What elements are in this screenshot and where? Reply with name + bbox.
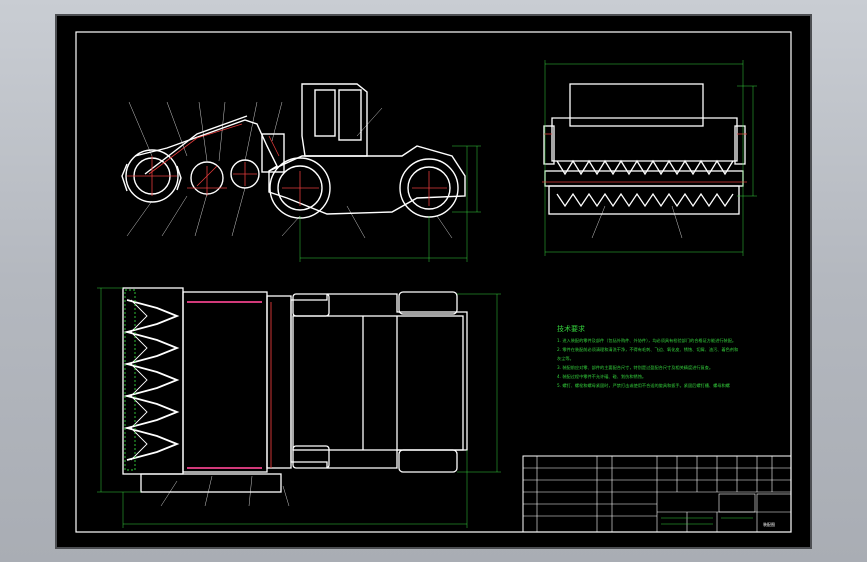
top-rear-wheel-left (398, 291, 458, 315)
cutter-teeth (121, 163, 182, 192)
boom-arm (134, 119, 278, 172)
top-cutter-blades-inner (130, 299, 148, 461)
front-teeth-upper (556, 159, 734, 176)
body-outline (268, 145, 466, 215)
top-chassis (292, 315, 464, 451)
notes-line-1: 1. 进入装配的零件及部件（包括外购件、外协件），均必须具有检验部门的合格证方能… (557, 337, 736, 344)
cad-viewport[interactable]: 技术要求 1. 进入装配的零件及部件（包括外购件、外协件），均必须具有检验部门的… (55, 14, 812, 549)
cab-window-side (338, 89, 362, 141)
side-view-leaders (126, 101, 453, 239)
technical-notes: 技术要求 1. 进入装配的零件及部件（包括外购件、外协件），均必须具有检验部门的… (557, 324, 738, 389)
notes-line-6: 5. 螺钉、螺栓和螺母紧固时，严禁打击或使用不合适的旋具和扳手。紧固后螺钉槽、螺… (557, 382, 730, 389)
notes-line-4: 3. 装配前应对零、部件的主要配合尺寸，特别是过盈配合尺寸及相关精度进行复查。 (557, 364, 713, 371)
front-view-leaders (591, 205, 683, 239)
cab-window-front (314, 89, 336, 137)
front-view-accents (542, 133, 747, 183)
top-rear-wheel-right (398, 449, 458, 473)
drawing-name: 装配图 (763, 521, 775, 527)
title-block-accents (661, 517, 753, 525)
top-front-wheel-left (292, 293, 330, 317)
top-cutter-blades (123, 299, 180, 461)
notes-line-2: 2. 零件在装配前必须清理和清洗干净，不得有毛刺、飞边、氧化皮、锈蚀、切屑、油污… (557, 346, 738, 353)
top-view (122, 287, 468, 493)
title-block (522, 455, 792, 533)
front-body (551, 117, 738, 162)
front-cab (569, 83, 704, 127)
top-shaft-housing (140, 473, 282, 493)
assembly-drawing: 技术要求 1. 进入装配的零件及部件（包括外购件、外协件），均必须具有检验部门的… (75, 31, 792, 533)
notes-line-5: 4. 装配过程中零件不允许磕、碰、划伤和锈蚀。 (557, 373, 646, 380)
front-view-dims (544, 60, 757, 256)
front-view (543, 83, 746, 215)
top-conveyor (182, 291, 268, 473)
top-front-wheel-right (292, 445, 330, 469)
notes-title: 技术要求 (557, 324, 585, 333)
front-teeth-lower (556, 192, 734, 208)
top-view-leaders (160, 475, 290, 507)
notes-line-3: 灰尘等。 (557, 355, 574, 362)
top-body (290, 293, 468, 469)
side-view (121, 83, 466, 219)
